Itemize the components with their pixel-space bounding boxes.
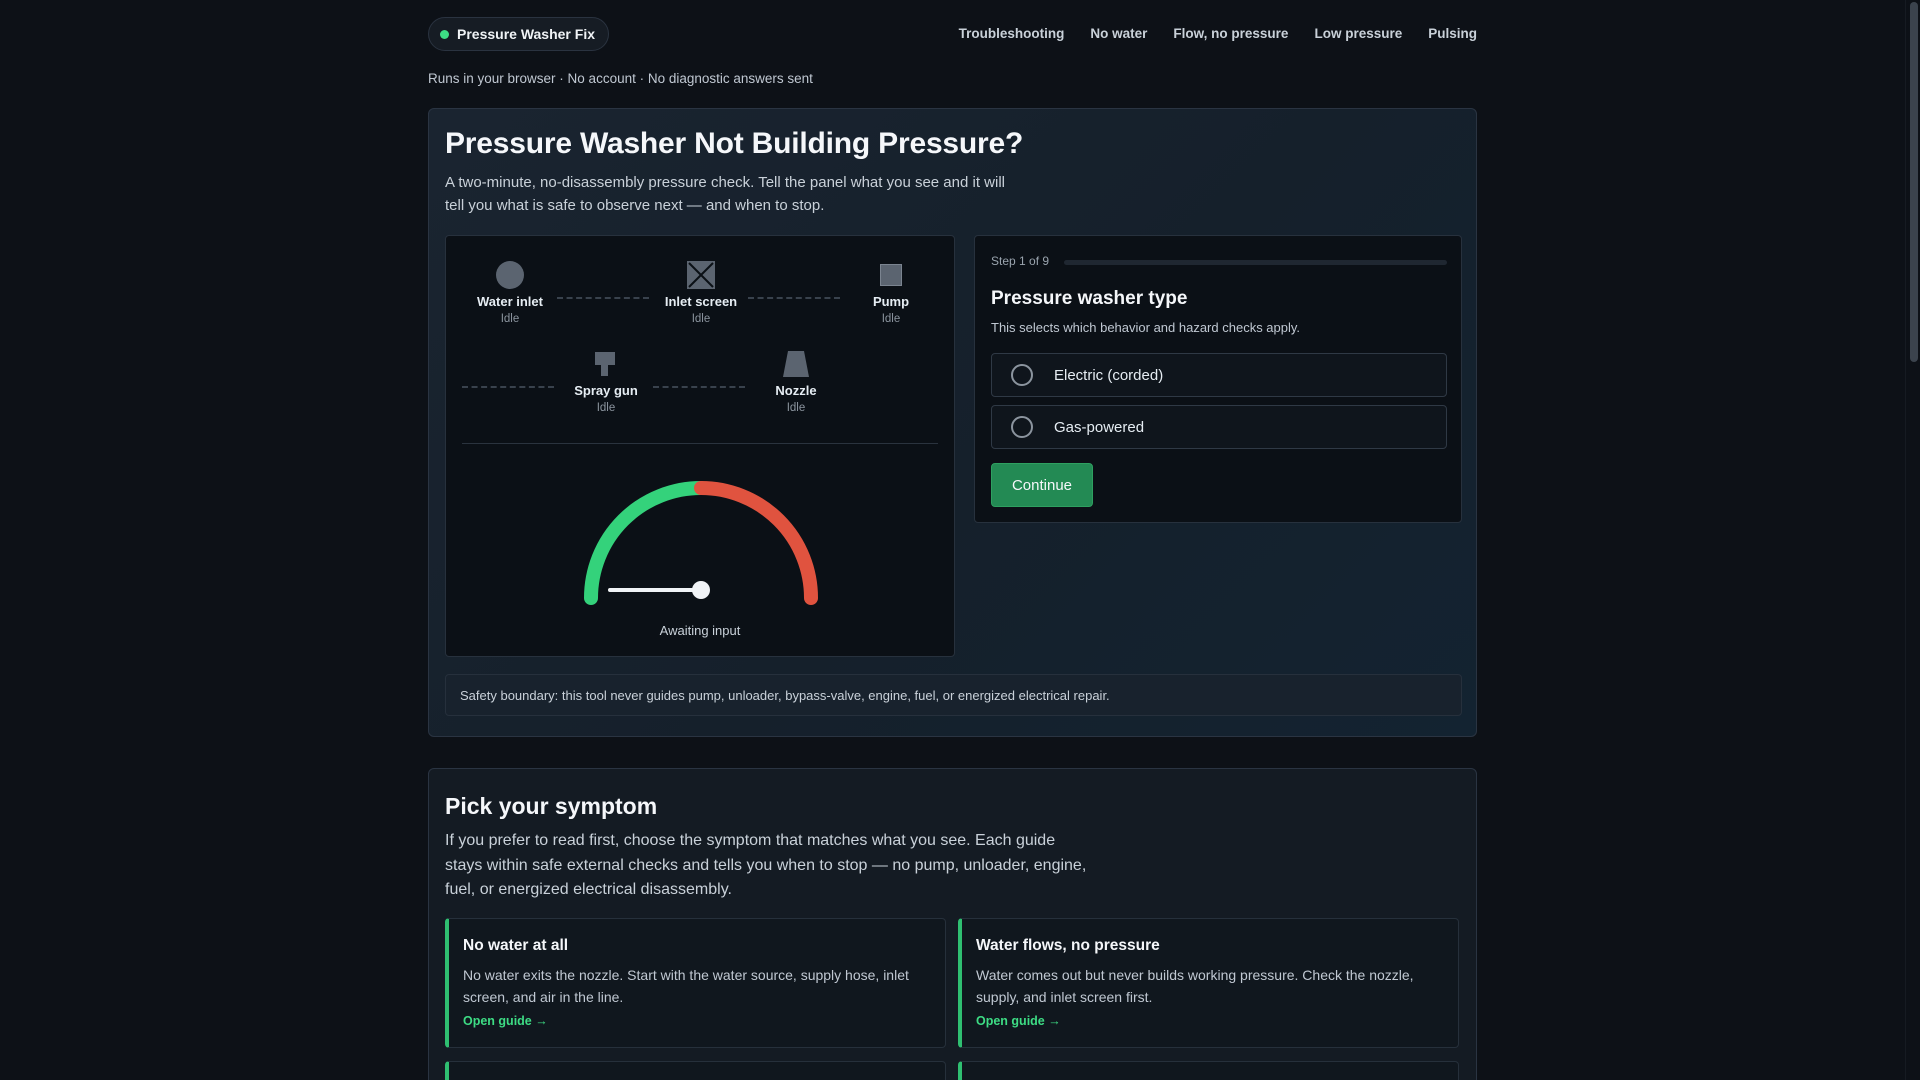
section-intro: If you prefer to read first, choose the … <box>445 832 1087 898</box>
hero-lead: A two-minute, no-disassembly pressure ch… <box>445 174 1006 214</box>
option-label: Gas-powered <box>1054 418 1145 436</box>
safety-note: Safety boundary: this tool never guides … <box>445 674 1462 716</box>
flow-connector <box>653 386 745 388</box>
main-nav: Troubleshooting No water Flow, no pressu… <box>959 26 1477 41</box>
symptom-card-flow-no-pressure[interactable]: Water flows, no pressure Water comes out… <box>958 918 1459 1048</box>
component-status: Idle <box>691 313 711 325</box>
continue-button[interactable]: Continue <box>991 463 1093 507</box>
page: Pressure Washer Fix Troubleshooting No w… <box>428 0 1477 1080</box>
page-title: Pressure Washer Not Building Pressure? <box>445 127 1024 160</box>
nozzle-icon <box>783 351 809 377</box>
gauge-label: Awaiting input <box>659 623 741 638</box>
step-indicator: Step 1 of 9 <box>991 254 1050 268</box>
open-guide-link[interactable]: Open guide → <box>976 1014 1061 1028</box>
gauge-arc-low <box>584 481 708 605</box>
radio-icon[interactable] <box>1011 416 1033 438</box>
component-name: Water inlet <box>477 294 543 309</box>
status-dot-icon <box>440 29 449 39</box>
component-status: Idle <box>596 402 616 414</box>
component-name: Spray gun <box>574 383 638 398</box>
question-subtitle: This selects which behavior and hazard c… <box>991 320 1301 335</box>
option-electric[interactable]: Electric (corded) <box>991 353 1447 397</box>
card-title: Water flows, no pressure <box>976 937 1160 954</box>
system-diagram: Water inlet Idle Inlet screen Idle Pump … <box>445 235 955 657</box>
nav-item-pulsing[interactable]: Pulsing <box>1428 26 1477 41</box>
card-body: No water exits the nozzle. Start with th… <box>463 967 909 1005</box>
flow-connector <box>462 386 554 388</box>
nav-item-no-water[interactable]: No water <box>1090 26 1147 41</box>
radio-icon[interactable] <box>1011 364 1033 386</box>
brand-name: Pressure Washer Fix <box>457 26 595 42</box>
component-name: Pump <box>872 294 910 309</box>
card-body: Water comes out but never builds working… <box>976 967 1414 1005</box>
flow-connector <box>557 297 649 299</box>
gauge-arc-high <box>694 481 818 605</box>
component-nozzle: Nozzle Idle <box>741 347 851 414</box>
spray-gun-icon <box>595 352 615 376</box>
diagram-divider <box>462 443 938 444</box>
card-title: No water at all <box>463 937 569 954</box>
hero-card: Pressure Washer Not Building Pressure? A… <box>428 108 1477 737</box>
symptom-card[interactable] <box>445 1061 946 1080</box>
nav-item-troubleshooting[interactable]: Troubleshooting <box>959 26 1065 41</box>
pressure-gauge <box>584 481 818 605</box>
component-status: Idle <box>786 402 806 414</box>
diagnostic-wizard: Step 1 of 9 Pressure washer type This se… <box>974 235 1462 523</box>
gauge-hub <box>692 581 710 599</box>
top-bar: Pressure Washer Fix Troubleshooting No w… <box>428 0 1477 68</box>
section-title: Pick your symptom <box>445 793 658 819</box>
component-inlet-screen: Inlet screen Idle <box>646 258 756 325</box>
privacy-note: Runs in your browser · No account · No d… <box>428 71 813 86</box>
component-spray-gun: Spray gun Idle <box>551 347 661 414</box>
component-status: Idle <box>881 313 901 325</box>
component-name: Nozzle <box>775 383 817 398</box>
brand-badge[interactable]: Pressure Washer Fix <box>428 17 609 51</box>
symptom-card[interactable] <box>958 1061 1459 1080</box>
scrollbar-thumb[interactable] <box>1910 2 1918 362</box>
component-status: Idle <box>500 313 520 325</box>
open-guide-link[interactable]: Open guide → <box>463 1014 548 1028</box>
component-pump: Pump Idle <box>836 258 946 325</box>
square-icon <box>880 264 902 286</box>
flow-connector <box>748 297 840 299</box>
component-water-inlet: Water inlet Idle <box>455 258 565 325</box>
option-gas[interactable]: Gas-powered <box>991 405 1447 449</box>
nav-item-low-pressure[interactable]: Low pressure <box>1314 26 1402 41</box>
progress-bar <box>1064 260 1447 265</box>
component-name: Inlet screen <box>664 294 738 309</box>
question-title: Pressure washer type <box>991 288 1188 309</box>
option-label: Electric (corded) <box>1054 366 1164 384</box>
symptom-card-no-water[interactable]: No water at all No water exits the nozzl… <box>445 918 946 1048</box>
nav-item-flow-no-pressure[interactable]: Flow, no pressure <box>1173 26 1288 41</box>
scrollbar[interactable] <box>1905 0 1920 1080</box>
screen-x-icon <box>687 261 715 289</box>
symptoms-section: Pick your symptom If you prefer to read … <box>428 768 1477 1080</box>
circle-icon <box>496 261 524 289</box>
